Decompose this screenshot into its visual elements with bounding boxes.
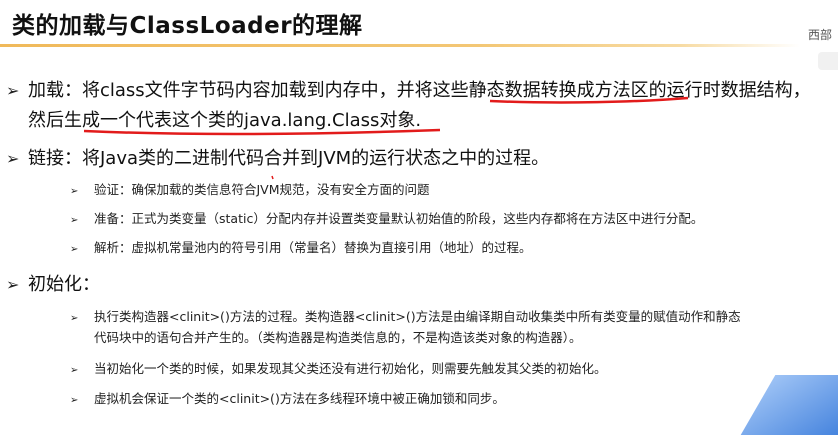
init-heading: ➢ 初始化：: [6, 270, 100, 296]
init-item-text: 执行类构造器<clinit>()方法的过程。类构造器<clinit>()方法是由…: [94, 309, 741, 324]
linking-item: ➢ 解析：虚拟机常量池内的符号引用（常量名）替换为直接引用（地址）的过程。: [70, 237, 532, 256]
sub-bullet-icon: ➢: [70, 313, 79, 324]
init-item: ➢ 虚拟机会保证一个类的<clinit>()方法在多线程环境中被正确加锁和同步。: [70, 388, 505, 407]
init-item-text: 虚拟机会保证一个类的<clinit>()方法在多线程环境中被正确加锁和同步。: [94, 391, 505, 406]
sub-bullet-icon: ➢: [70, 215, 79, 226]
init-item-text: 代码块中的语句合并产生的。（类构造器是构造类信息的，不是构造该类对象的构造器）。: [94, 330, 582, 345]
linking-heading: ➢ 链接：将Java类的二进制代码合并到JVM的运行状态之中的过程。: [6, 144, 549, 170]
linking-item-text: 验证：确保加载的类信息符合JVM规范，没有安全方面的问题: [94, 182, 430, 197]
init-item-continuation: 代码块中的语句合并产生的。（类构造器是构造类信息的，不是构造该类对象的构造器）。: [94, 327, 582, 346]
bullet-icon: ➢: [6, 149, 20, 168]
init-item: ➢ 当初始化一个类的时候，如果发现其父类还没有进行初始化，则需要先触发其父类的初始…: [70, 358, 607, 377]
linking-item: ➢ 验证：确保加载的类信息符合JVM规范，没有安全方面的问题: [70, 179, 430, 198]
sub-bullet-icon: ➢: [70, 395, 79, 406]
red-underline-1: [489, 96, 689, 104]
linking-item: ➢ 准备：正式为类变量（static）分配内存并设置类变量默认初始值的阶段，这些内…: [70, 208, 703, 227]
init-item-text: 当初始化一个类的时候，如果发现其父类还没有进行初始化，则需要先触发其父类的初始化…: [94, 361, 607, 376]
red-underline-2: [83, 128, 441, 136]
linking-heading-text: 链接：将Java类的二进制代码合并到JVM的运行状态之中的过程。: [28, 148, 550, 169]
sub-bullet-icon: ➢: [70, 186, 79, 197]
linking-item-text: 解析：虚拟机常量池内的符号引用（常量名）替换为直接引用（地址）的过程。: [94, 240, 532, 255]
init-item: ➢ 执行类构造器<clinit>()方法的过程。类构造器<clinit>()方法是…: [70, 306, 741, 325]
init-heading-text: 初始化：: [28, 274, 100, 295]
bullet-icon: ➢: [6, 275, 20, 294]
sub-bullet-icon: ➢: [70, 365, 79, 376]
linking-item-text: 准备：正式为类变量（static）分配内存并设置类变量默认初始值的阶段，这些内存…: [94, 211, 704, 226]
sub-bullet-icon: ➢: [70, 244, 79, 255]
